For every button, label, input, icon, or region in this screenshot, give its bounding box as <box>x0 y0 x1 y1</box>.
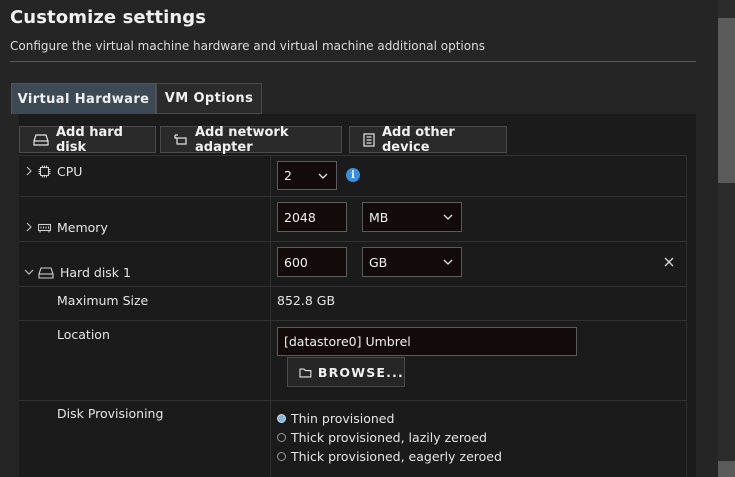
radio-button[interactable] <box>277 433 286 442</box>
memory-unit-select[interactable]: MB <box>362 202 462 232</box>
radio-thin-provisioned[interactable]: Thin provisioned <box>277 411 394 426</box>
location-input[interactable]: [datastore0] Umbrel <box>277 327 577 356</box>
row-divider <box>19 196 686 197</box>
row-divider <box>19 155 686 156</box>
browse-label: BROWSE... <box>317 364 404 380</box>
chevron-down-icon[interactable] <box>24 268 34 276</box>
cpu-select[interactable]: 2 <box>277 161 337 190</box>
cpu-icon <box>38 165 51 178</box>
chevron-right-icon[interactable] <box>25 222 33 232</box>
radio-thick-lazy[interactable]: Thick provisioned, lazily zeroed <box>277 430 487 445</box>
radio-label: Thick provisioned, lazily zeroed <box>291 430 487 445</box>
chevron-right-icon[interactable] <box>25 166 33 176</box>
hard-disk-label: Hard disk 1 <box>60 265 131 280</box>
row-divider <box>19 286 686 287</box>
memory-label: Memory <box>57 220 108 235</box>
network-adapter-icon <box>174 133 187 145</box>
row-divider <box>19 400 686 401</box>
memory-unit: MB <box>369 209 389 225</box>
hard-disk-icon <box>38 266 54 279</box>
add-network-adapter-button[interactable]: Add network adapter <box>160 124 342 155</box>
tab-vm-options[interactable]: VM Options <box>156 83 262 114</box>
cpu-value: 2 <box>284 168 292 183</box>
hard-disk-label-group: Hard disk 1 <box>38 265 131 280</box>
max-size-value: 852.8 GB <box>277 293 336 308</box>
memory-value: 2048 <box>284 209 316 225</box>
max-size-label: Maximum Size <box>57 293 149 308</box>
add-hard-disk-label: Add hard disk <box>56 124 123 155</box>
add-hard-disk-button[interactable]: Add hard disk <box>19 124 156 155</box>
memory-size-input[interactable]: 2048 <box>277 202 347 232</box>
radio-thick-eager[interactable]: Thick provisioned, eagerly zeroed <box>277 449 502 464</box>
location-label: Location <box>57 327 110 342</box>
memory-icon <box>38 223 51 232</box>
hard-disk-size: 600 <box>284 254 308 270</box>
add-network-adapter-label: Add network adapter <box>195 124 289 155</box>
radio-label: Thin provisioned <box>291 411 395 426</box>
cpu-label-group: CPU <box>38 164 82 179</box>
tab-virtual-hardware[interactable]: Virtual Hardware <box>11 83 156 114</box>
column-divider <box>686 155 687 477</box>
info-icon[interactable]: i <box>346 168 360 182</box>
row-divider <box>19 241 686 242</box>
location-value: [datastore0] Umbrel <box>284 334 411 349</box>
page-subtitle: Configure the virtual machine hardware a… <box>10 39 485 53</box>
chevron-down-icon <box>443 259 453 265</box>
device-icon <box>363 132 375 147</box>
column-divider <box>270 155 271 477</box>
add-other-device-button[interactable]: Add other device <box>349 124 507 155</box>
header-divider <box>10 61 696 62</box>
radio-label: Thick provisioned, eagerly zeroed <box>291 449 502 464</box>
chevron-down-icon <box>318 173 328 179</box>
hard-disk-unit-select[interactable]: GB <box>362 247 462 277</box>
chevron-down-icon <box>443 214 453 220</box>
hard-disk-unit: GB <box>369 254 388 270</box>
hard-disk-size-input[interactable]: 600 <box>277 247 347 277</box>
close-icon[interactable] <box>664 257 674 267</box>
radio-button[interactable] <box>277 414 286 423</box>
scrollbar-thumb-lower[interactable] <box>718 461 735 477</box>
folder-icon <box>299 367 312 377</box>
page-title: Customize settings <box>10 7 207 28</box>
disk-provisioning-label: Disk Provisioning <box>57 406 164 421</box>
cpu-label: CPU <box>57 164 83 179</box>
browse-button[interactable]: BROWSE... <box>287 357 405 387</box>
radio-button[interactable] <box>277 452 286 461</box>
scrollbar-thumb[interactable] <box>718 18 735 183</box>
hard-disk-icon <box>33 133 49 146</box>
memory-label-group: Memory <box>38 220 108 235</box>
row-divider <box>19 320 686 321</box>
add-other-device-label: Add other device <box>382 124 455 155</box>
